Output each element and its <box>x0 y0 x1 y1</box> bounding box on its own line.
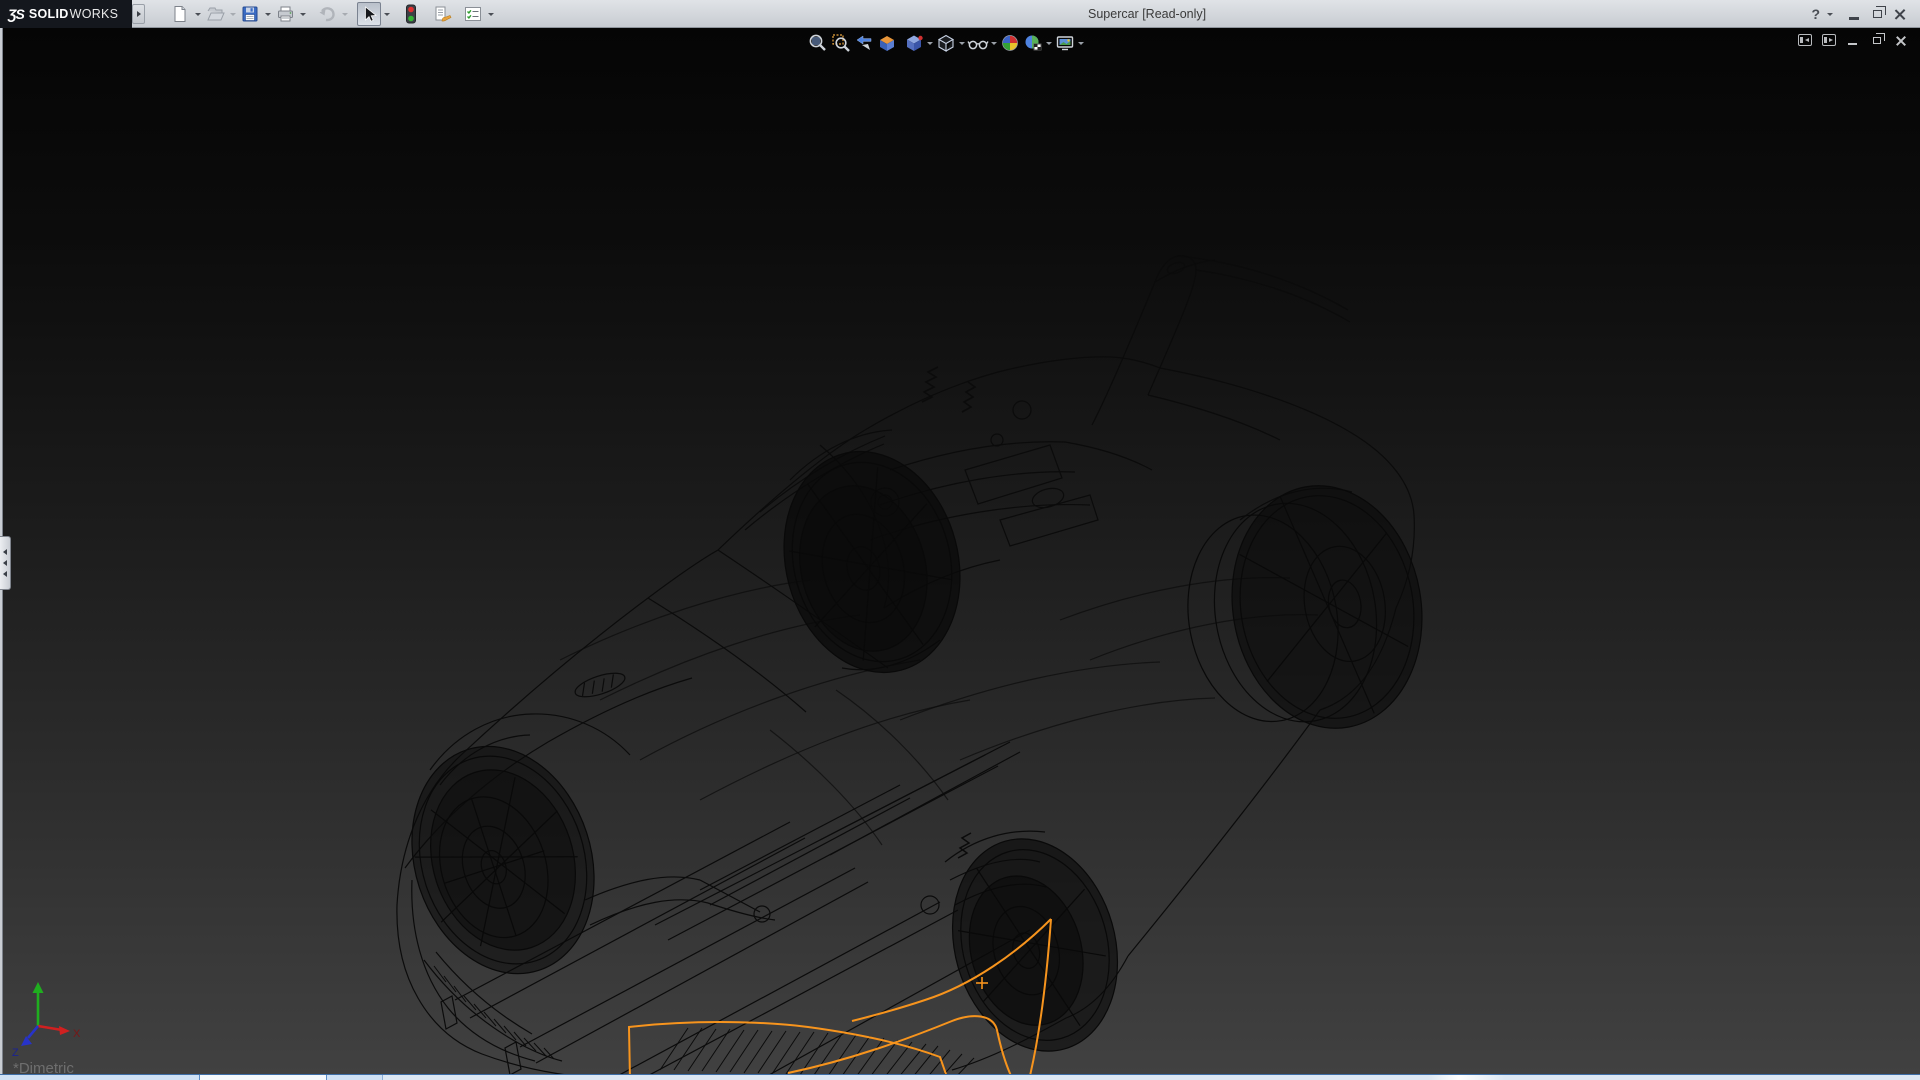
featuremanager-collapse-tab[interactable] <box>0 536 11 590</box>
select-cursor-icon <box>360 5 378 23</box>
heads-up-view-toolbar <box>806 32 1085 54</box>
apply-scene-button[interactable] <box>1021 32 1044 54</box>
taskbar-button-sliver <box>0 1075 200 1080</box>
undo-arrow-icon <box>317 5 337 23</box>
display-style-dropdown[interactable] <box>957 32 966 54</box>
taskbar-button-sliver <box>327 1075 383 1080</box>
zoom-to-area-button[interactable] <box>829 32 852 54</box>
triad-z-label: Z <box>12 1047 19 1059</box>
view-settings-icon <box>1055 33 1075 53</box>
undo-dropdown[interactable] <box>339 2 350 26</box>
print-button[interactable] <box>273 2 297 26</box>
document-window-controls <box>1797 33 1908 47</box>
open-dropdown[interactable] <box>227 2 238 26</box>
doc-close-icon <box>1895 35 1906 46</box>
panel-collapse-left-icon <box>1798 34 1812 46</box>
display-style-icon <box>936 33 956 53</box>
brand-solid: SOLID <box>29 7 69 21</box>
apply-scene-icon <box>1023 33 1043 53</box>
view-settings-dropdown[interactable] <box>1076 32 1085 54</box>
view-orientation-icon <box>904 33 924 53</box>
panel-toggle-right-button[interactable] <box>1821 33 1836 47</box>
new-document-icon <box>171 5 189 23</box>
window-title: Supercar [Read-only] <box>1088 7 1206 21</box>
options-checklist-icon <box>463 5 483 23</box>
restore-button[interactable] <box>1869 6 1885 22</box>
previous-view-button[interactable] <box>852 32 875 54</box>
previous-view-icon <box>854 33 874 53</box>
panel-toggle-left-button[interactable] <box>1797 33 1812 47</box>
open-folder-icon <box>206 5 225 23</box>
collapse-arrow-icon <box>3 560 7 566</box>
new-dropdown[interactable] <box>192 2 203 26</box>
options-dropdown[interactable] <box>485 2 496 26</box>
taskbar-button-sliver <box>383 1075 1920 1080</box>
select-dropdown[interactable] <box>381 2 392 26</box>
menu-expand-button[interactable] <box>132 4 145 24</box>
print-dropdown[interactable] <box>297 2 308 26</box>
appearance-ball-icon <box>1000 33 1020 53</box>
taskbar-strip[interactable] <box>0 1074 1920 1080</box>
new-document-button[interactable] <box>168 2 192 26</box>
solidworks-logo: ƷS SOLID WORKS <box>0 0 132 28</box>
collapse-arrow-icon <box>3 549 7 555</box>
hide-show-items-button[interactable] <box>966 32 989 54</box>
restore-icon <box>1873 10 1882 18</box>
save-floppy-icon <box>241 5 259 23</box>
file-properties-button[interactable] <box>430 2 454 26</box>
taskbar-button-sliver <box>200 1075 327 1080</box>
undo-button[interactable] <box>315 2 339 26</box>
doc-restore-icon <box>1873 37 1881 44</box>
zoom-to-fit-icon <box>808 33 828 53</box>
doc-minimize-button[interactable] <box>1845 33 1860 47</box>
graphics-viewport[interactable]: X Z <box>0 28 1920 1074</box>
printer-icon <box>276 5 295 23</box>
window-controls: ? <box>1811 0 1908 28</box>
standard-toolbar <box>168 2 496 26</box>
chevron-right-icon <box>137 11 141 17</box>
minimize-icon <box>1849 17 1859 20</box>
doc-minimize-icon <box>1848 43 1857 46</box>
doc-restore-button[interactable] <box>1869 33 1884 47</box>
view-orientation-button[interactable] <box>902 32 925 54</box>
help-dropdown[interactable] <box>1827 13 1833 16</box>
close-icon <box>1894 8 1906 20</box>
traffic-light-icon <box>405 4 417 24</box>
doc-close-button[interactable] <box>1893 33 1908 47</box>
help-button[interactable]: ? <box>1811 6 1820 22</box>
zoom-to-fit-button[interactable] <box>806 32 829 54</box>
open-document-button[interactable] <box>203 2 227 26</box>
brand-works: WORKS <box>70 7 119 21</box>
supercar-wireframe-model: X Z <box>0 28 1920 1074</box>
view-settings-button[interactable] <box>1053 32 1076 54</box>
save-dropdown[interactable] <box>262 2 273 26</box>
minimize-button[interactable] <box>1846 6 1862 22</box>
section-view-icon <box>877 33 897 53</box>
hide-show-items-dropdown[interactable] <box>989 32 998 54</box>
view-orientation-label: *Dimetric <box>13 1060 74 1074</box>
file-properties-icon <box>432 5 452 23</box>
save-button[interactable] <box>238 2 262 26</box>
select-tool-button[interactable] <box>357 2 381 26</box>
view-orientation-dropdown[interactable] <box>925 32 934 54</box>
panel-expand-right-icon <box>1822 34 1836 46</box>
orientation-triad: X Z <box>12 982 81 1059</box>
apply-scene-dropdown[interactable] <box>1044 32 1053 54</box>
options-button[interactable] <box>461 2 485 26</box>
zoom-to-area-icon <box>831 33 851 53</box>
triad-x-label: X <box>73 1028 81 1040</box>
display-style-button[interactable] <box>934 32 957 54</box>
edit-appearance-button[interactable] <box>998 32 1021 54</box>
eyeglasses-icon <box>967 33 989 53</box>
collapse-arrow-icon <box>3 571 7 577</box>
lights-button[interactable] <box>399 2 423 26</box>
menu-bar: ƷS SOLID WORKS <box>0 0 1920 28</box>
close-button[interactable] <box>1892 6 1908 22</box>
ds-logo-mark: ƷS <box>8 6 24 22</box>
section-view-button[interactable] <box>875 32 898 54</box>
